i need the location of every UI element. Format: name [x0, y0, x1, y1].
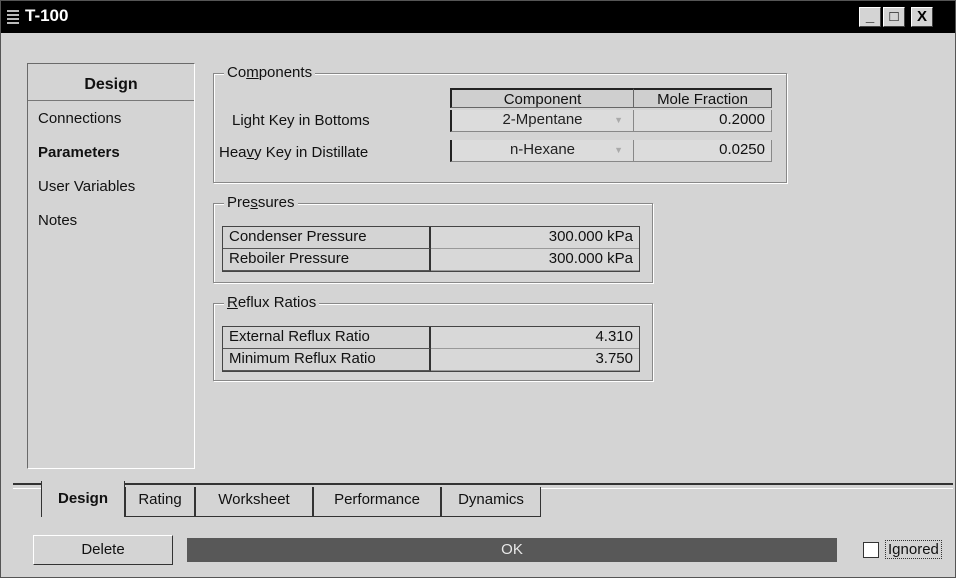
reboiler-pressure-label: Reboiler Pressure	[223, 249, 431, 271]
components-group: Components Light Key in Bottoms Heavy Ke…	[213, 64, 787, 183]
minimize-icon: _	[865, 8, 875, 25]
components-table: Component Mole Fraction 2-Mpentane ▼ 0.20…	[450, 84, 774, 164]
light-key-component-select[interactable]: 2-Mpentane ▼	[450, 110, 634, 132]
column-header-component: Component	[450, 88, 634, 108]
status-bar: OK	[187, 538, 837, 562]
pressures-group: Pressures Condenser Pressure 300.000 kPa…	[213, 194, 653, 283]
column-header-mole-fraction: Mole Fraction	[634, 88, 772, 108]
condenser-pressure-label: Condenser Pressure	[223, 227, 431, 249]
delete-button[interactable]: Delete	[33, 535, 173, 565]
tab-worksheet[interactable]: Worksheet	[195, 487, 313, 517]
light-key-mole-fraction[interactable]: 0.2000	[634, 110, 772, 132]
nav-header: Design	[28, 64, 194, 101]
title-bar[interactable]: T-100 _ □ X	[1, 1, 955, 33]
tab-dynamics[interactable]: Dynamics	[441, 487, 541, 517]
page-navigation: Design Connections Parameters User Varia…	[27, 63, 195, 469]
nav-item-connections[interactable]: Connections	[38, 110, 121, 127]
tab-performance[interactable]: Performance	[313, 487, 441, 517]
tab-rating[interactable]: Rating	[125, 487, 195, 517]
maximize-button[interactable]: □	[883, 7, 905, 27]
minimum-reflux-ratio-value[interactable]: 3.750	[431, 349, 639, 371]
external-reflux-ratio-value[interactable]: 4.310	[431, 327, 639, 349]
reboiler-pressure-value[interactable]: 300.000 kPa	[431, 249, 639, 271]
window-title: T-100	[25, 6, 69, 25]
condenser-pressure-value[interactable]: 300.000 kPa	[431, 227, 639, 249]
reflux-ratios-legend: Reflux Ratios	[224, 294, 320, 311]
pressures-legend: Pressures	[224, 194, 298, 211]
app-icon	[7, 10, 19, 24]
minimum-reflux-ratio-label: Minimum Reflux Ratio	[223, 349, 431, 371]
light-key-label: Light Key in Bottoms	[232, 112, 370, 129]
close-button[interactable]: X	[911, 7, 933, 27]
components-legend: Components	[224, 64, 316, 81]
dropdown-arrow-icon: ▼	[614, 115, 623, 125]
external-reflux-ratio-label: External Reflux Ratio	[223, 327, 431, 349]
close-icon: X	[916, 8, 927, 25]
reflux-table: External Reflux Ratio 4.310 Minimum Refl…	[222, 326, 640, 372]
tab-design[interactable]: Design	[41, 481, 125, 517]
pressures-table: Condenser Pressure 300.000 kPa Reboiler …	[222, 226, 640, 272]
nav-item-notes[interactable]: Notes	[38, 212, 77, 229]
nav-item-parameters[interactable]: Parameters	[38, 144, 120, 161]
nav-item-user-variables[interactable]: User Variables	[38, 178, 135, 195]
reflux-ratios-group: Reflux Ratios External Reflux Ratio 4.31…	[213, 294, 653, 381]
heavy-key-mole-fraction[interactable]: 0.0250	[634, 140, 772, 162]
minimize-button[interactable]: _	[859, 7, 881, 27]
maximize-icon: □	[889, 8, 899, 25]
ignored-checkbox[interactable]	[863, 542, 879, 558]
ignored-label[interactable]: Ignored	[885, 540, 942, 559]
heavy-key-component-select[interactable]: n-Hexane ▼	[450, 140, 634, 162]
column-window: T-100 _ □ X Design Connections Parameter…	[0, 0, 956, 578]
heavy-key-label: Heavy Key in Distillate	[219, 144, 369, 161]
dropdown-arrow-icon: ▼	[614, 145, 623, 155]
